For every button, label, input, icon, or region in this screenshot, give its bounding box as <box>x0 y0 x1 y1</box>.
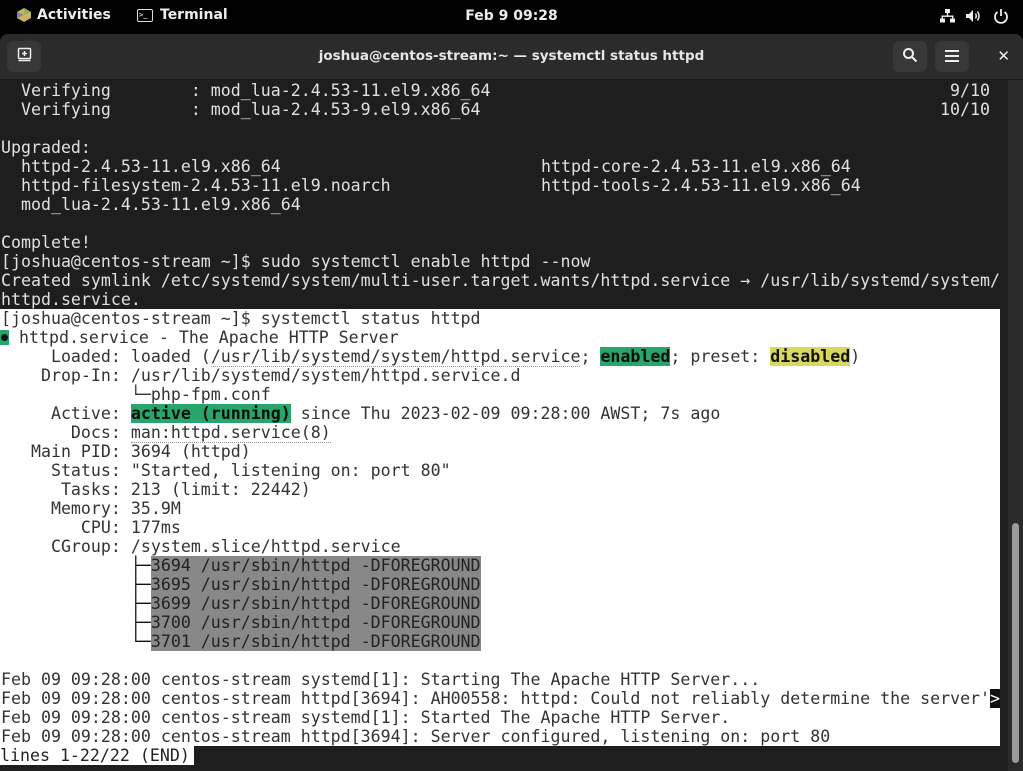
window-headerbar: joshua@centos-stream:~ — systemctl statu… <box>0 34 1023 80</box>
close-button[interactable]: ✕ <box>997 47 1010 65</box>
active-state-badge: active (running) <box>130 404 291 423</box>
upgraded-package: httpd-2.4.53-11.el9.x86_64 <box>21 157 281 176</box>
hamburger-menu-icon <box>945 47 959 66</box>
docs-link[interactable]: man:httpd.service(8) <box>130 423 331 443</box>
journal-line: Feb 09 09:28:00 centos-stream systemd[1]… <box>1 708 731 727</box>
system-tray[interactable] <box>939 8 1009 28</box>
journal-line: Feb 09 09:28:00 centos-stream httpd[3694… <box>1 689 1001 708</box>
upgraded-header: Upgraded: <box>1 138 91 157</box>
upgraded-package: mod_lua-2.4.53-11.el9.x86_64 <box>21 195 301 214</box>
cgroup-process: ├─3695 /usr/sbin/httpd -DFOREGROUND <box>1 575 481 594</box>
terminal-scrollbar[interactable] <box>1008 80 1023 771</box>
close-icon: ✕ <box>997 47 1010 65</box>
cgroup-process: ├─3700 /usr/sbin/httpd -DFOREGROUND <box>1 613 481 632</box>
status-line: Status: "Started, listening on: port 80" <box>1 461 451 480</box>
docs-line: Docs: man:httpd.service(8) <box>1 423 331 443</box>
unit-title-line: httpd.service - The Apache HTTP Server <box>0 328 399 347</box>
verify-count: 9/10 <box>950 81 990 100</box>
search-icon <box>902 47 918 67</box>
pager-status-line: lines 1-22/22 (END) <box>0 746 194 765</box>
cgroup-process: ├─3694 /usr/sbin/httpd -DFOREGROUND <box>1 556 481 575</box>
search-button[interactable] <box>893 41 927 72</box>
app-menu-label: Terminal <box>160 7 228 23</box>
upgraded-package: httpd-filesystem-2.4.53-11.el9.noarch <box>21 176 391 195</box>
upgraded-package: httpd-tools-2.4.53-11.el9.x86_64 <box>541 176 861 195</box>
shell-prompt-status: [joshua@centos-stream ~]$ systemctl stat… <box>1 309 481 328</box>
window-title: joshua@centos-stream:~ — systemctl statu… <box>318 48 705 64</box>
loaded-line: Loaded: loaded (/usr/lib/systemd/system/… <box>1 347 861 367</box>
tasks-line: Tasks: 213 (limit: 22442) <box>1 480 311 499</box>
app-menu-terminal[interactable]: >_ Terminal <box>137 7 228 23</box>
verify-line: Verifying : mod_lua-2.4.53-9.el9.x86_64 <box>1 100 481 119</box>
cgroup-process: └─3701 /usr/sbin/httpd -DFOREGROUND <box>1 632 481 651</box>
journal-line: Feb 09 09:28:00 centos-stream httpd[3694… <box>1 727 831 746</box>
cpu-line: CPU: 177ms <box>1 518 181 537</box>
upgraded-package: httpd-core-2.4.53-11.el9.x86_64 <box>541 157 851 176</box>
pager-view: [joshua@centos-stream ~]$ systemctl stat… <box>0 309 1001 746</box>
unit-file-link[interactable]: /usr/lib/systemd/system/httpd.service <box>210 347 581 367</box>
scrollbar-thumb[interactable] <box>1012 523 1019 763</box>
dropin-file-link[interactable]: php-fpm.conf <box>150 385 271 405</box>
journal-line: Feb 09 09:28:00 centos-stream systemd[1]… <box>1 670 761 689</box>
verify-line: Verifying : mod_lua-2.4.53-11.el9.x86_64 <box>1 81 491 100</box>
activities-button[interactable]: Activities <box>17 7 111 23</box>
terminal-app-icon: >_ <box>137 8 153 22</box>
terminal-window: joshua@centos-stream:~ — systemctl statu… <box>0 34 1023 771</box>
clock-button[interactable]: Feb 9 09:28 <box>465 8 558 24</box>
symlink-message-cont: httpd.service. <box>1 290 141 309</box>
active-line: Active: active (running) since Thu 2023-… <box>1 404 721 423</box>
active-bullet-icon <box>0 330 9 345</box>
complete-message: Complete! <box>1 233 91 252</box>
activities-label: Activities <box>37 7 111 23</box>
shell-prompt-enable: [joshua@centos-stream ~]$ sudo systemctl… <box>1 252 591 271</box>
gnome-top-bar: Activities >_ Terminal Feb 9 09:28 <box>0 0 1023 34</box>
main-pid-line: Main PID: 3694 (httpd) <box>1 442 251 461</box>
preset-badge: disabled <box>770 347 851 366</box>
terminal-output[interactable]: Verifying : mod_lua-2.4.53-11.el9.x86_64… <box>0 80 1008 771</box>
verify-count: 10/10 <box>940 100 990 119</box>
dropin-line: Drop-In: /usr/lib/systemd/system/httpd.s… <box>1 366 521 385</box>
memory-line: Memory: 35.9M <box>1 499 181 518</box>
menu-button[interactable] <box>935 41 969 72</box>
cgroup-process: ├─3699 /usr/sbin/httpd -DFOREGROUND <box>1 594 481 613</box>
centos-logo-icon <box>17 8 31 22</box>
truncation-marker: > <box>990 689 1001 708</box>
network-icon[interactable] <box>939 8 955 28</box>
symlink-message: Created symlink /etc/systemd/system/mult… <box>1 271 1001 290</box>
dropin-file-line: └─php-fpm.conf <box>1 385 271 405</box>
power-icon[interactable] <box>993 8 1009 28</box>
enabled-badge: enabled <box>600 347 671 366</box>
volume-icon[interactable] <box>965 8 983 28</box>
cgroup-line: CGroup: /system.slice/httpd.service <box>1 537 401 556</box>
